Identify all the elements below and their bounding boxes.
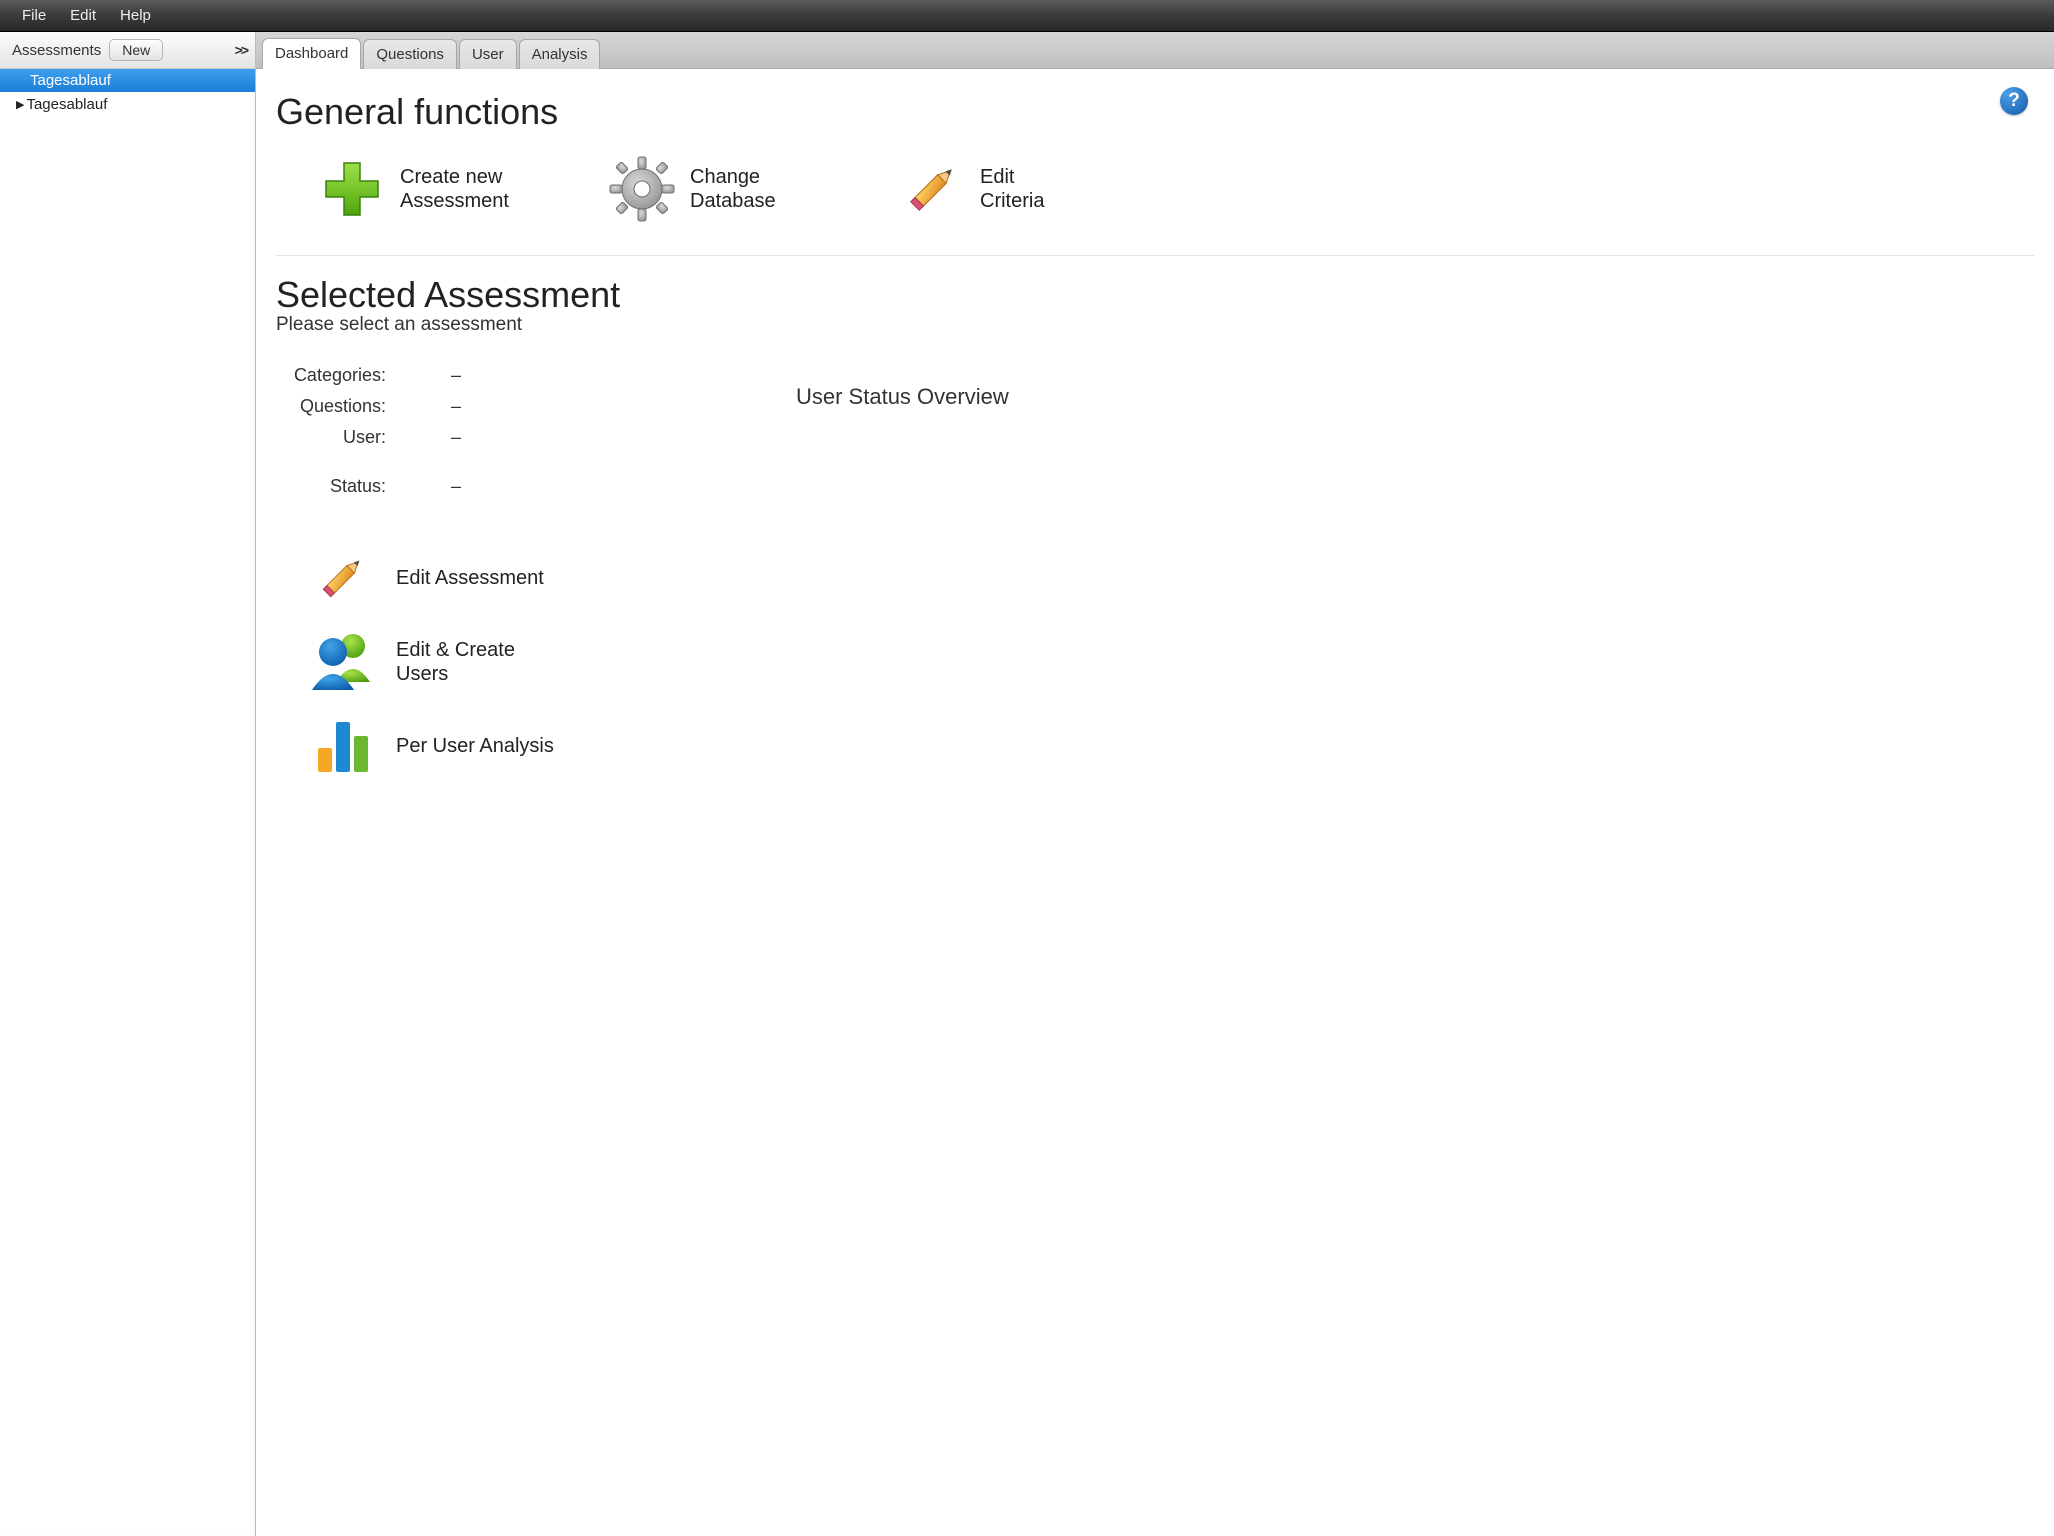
sidebar-collapse-button[interactable]: >> <box>235 42 247 58</box>
stat-label: Questions: <box>276 396 386 417</box>
create-assessment-label: Create new Assessment <box>400 165 509 213</box>
per-user-analysis-label: Per User Analysis <box>396 734 554 758</box>
stat-categories: Categories: – <box>276 360 556 391</box>
caret-right-icon: ▶ <box>16 98 24 111</box>
edit-criteria-button[interactable]: Edit Criteria <box>896 153 1156 225</box>
sidebar: Assessments New >> Tagesablauf ▶ Tagesab… <box>0 32 256 1536</box>
change-database-button[interactable]: Change Database <box>606 153 866 225</box>
menu-help[interactable]: Help <box>108 3 163 28</box>
sidebar-item[interactable]: ▶ Tagesablauf <box>0 92 255 117</box>
create-assessment-button[interactable]: Create new Assessment <box>316 153 576 225</box>
stat-status: Status: – <box>276 471 556 502</box>
edit-assessment-label: Edit Assessment <box>396 566 544 590</box>
edit-create-users-button[interactable]: Edit & Create Users <box>306 626 2034 698</box>
plus-icon <box>316 153 388 225</box>
stat-value: – <box>416 476 496 497</box>
edit-create-users-label: Edit & Create Users <box>396 638 515 686</box>
stat-value: – <box>416 427 496 448</box>
gear-icon <box>606 153 678 225</box>
selected-assessment-subheading: Please select an assessment <box>276 314 2034 336</box>
stat-questions: Questions: – <box>276 391 556 422</box>
stat-value: – <box>416 365 496 386</box>
sidebar-title: Assessments <box>12 42 101 59</box>
assessment-actions: Edit Assessment <box>306 542 2034 782</box>
general-functions-row: Create new Assessment <box>316 153 2034 225</box>
change-database-label: Change Database <box>690 165 776 213</box>
stat-label: User: <box>276 427 386 448</box>
stats-block: Categories: – Questions: – User: – Statu… <box>276 360 556 502</box>
stat-label: Categories: <box>276 365 386 386</box>
stat-user: User: – <box>276 422 556 453</box>
tab-questions[interactable]: Questions <box>363 39 457 69</box>
help-icon[interactable]: ? <box>2000 87 2028 115</box>
sidebar-tree: Tagesablauf ▶ Tagesablauf <box>0 69 255 1536</box>
menu-edit[interactable]: Edit <box>58 3 108 28</box>
tab-user[interactable]: User <box>459 39 517 69</box>
stats-area: Categories: – Questions: – User: – Statu… <box>276 350 2034 542</box>
menu-file[interactable]: File <box>10 3 58 28</box>
sidebar-header: Assessments New >> <box>0 32 255 69</box>
sidebar-item-selected[interactable]: Tagesablauf <box>0 69 255 92</box>
selected-assessment-heading: Selected Assessment <box>276 274 2034 316</box>
pencil-icon <box>306 542 378 614</box>
stat-value: – <box>416 396 496 417</box>
user-status-overview-heading: User Status Overview <box>796 384 1009 410</box>
dashboard-page: ? General functions <box>256 69 2054 1536</box>
stat-label: Status: <box>276 476 386 497</box>
bar-chart-icon <box>306 710 378 782</box>
tab-analysis[interactable]: Analysis <box>519 39 601 69</box>
menubar: File Edit Help <box>0 0 2054 32</box>
pencil-icon <box>896 153 968 225</box>
new-assessment-button[interactable]: New <box>109 39 163 61</box>
section-divider <box>276 255 2034 256</box>
main-area: Assessments New >> Tagesablauf ▶ Tagesab… <box>0 32 2054 1536</box>
general-functions-heading: General functions <box>276 91 2034 133</box>
tabstrip: Dashboard Questions User Analysis <box>256 32 2054 69</box>
content-column: Dashboard Questions User Analysis ? Gene… <box>256 32 2054 1536</box>
users-icon <box>306 626 378 698</box>
edit-assessment-button[interactable]: Edit Assessment <box>306 542 2034 614</box>
edit-criteria-label: Edit Criteria <box>980 165 1044 213</box>
tab-dashboard[interactable]: Dashboard <box>262 38 361 69</box>
sidebar-item-label: Tagesablauf <box>26 96 107 113</box>
per-user-analysis-button[interactable]: Per User Analysis <box>306 710 2034 782</box>
